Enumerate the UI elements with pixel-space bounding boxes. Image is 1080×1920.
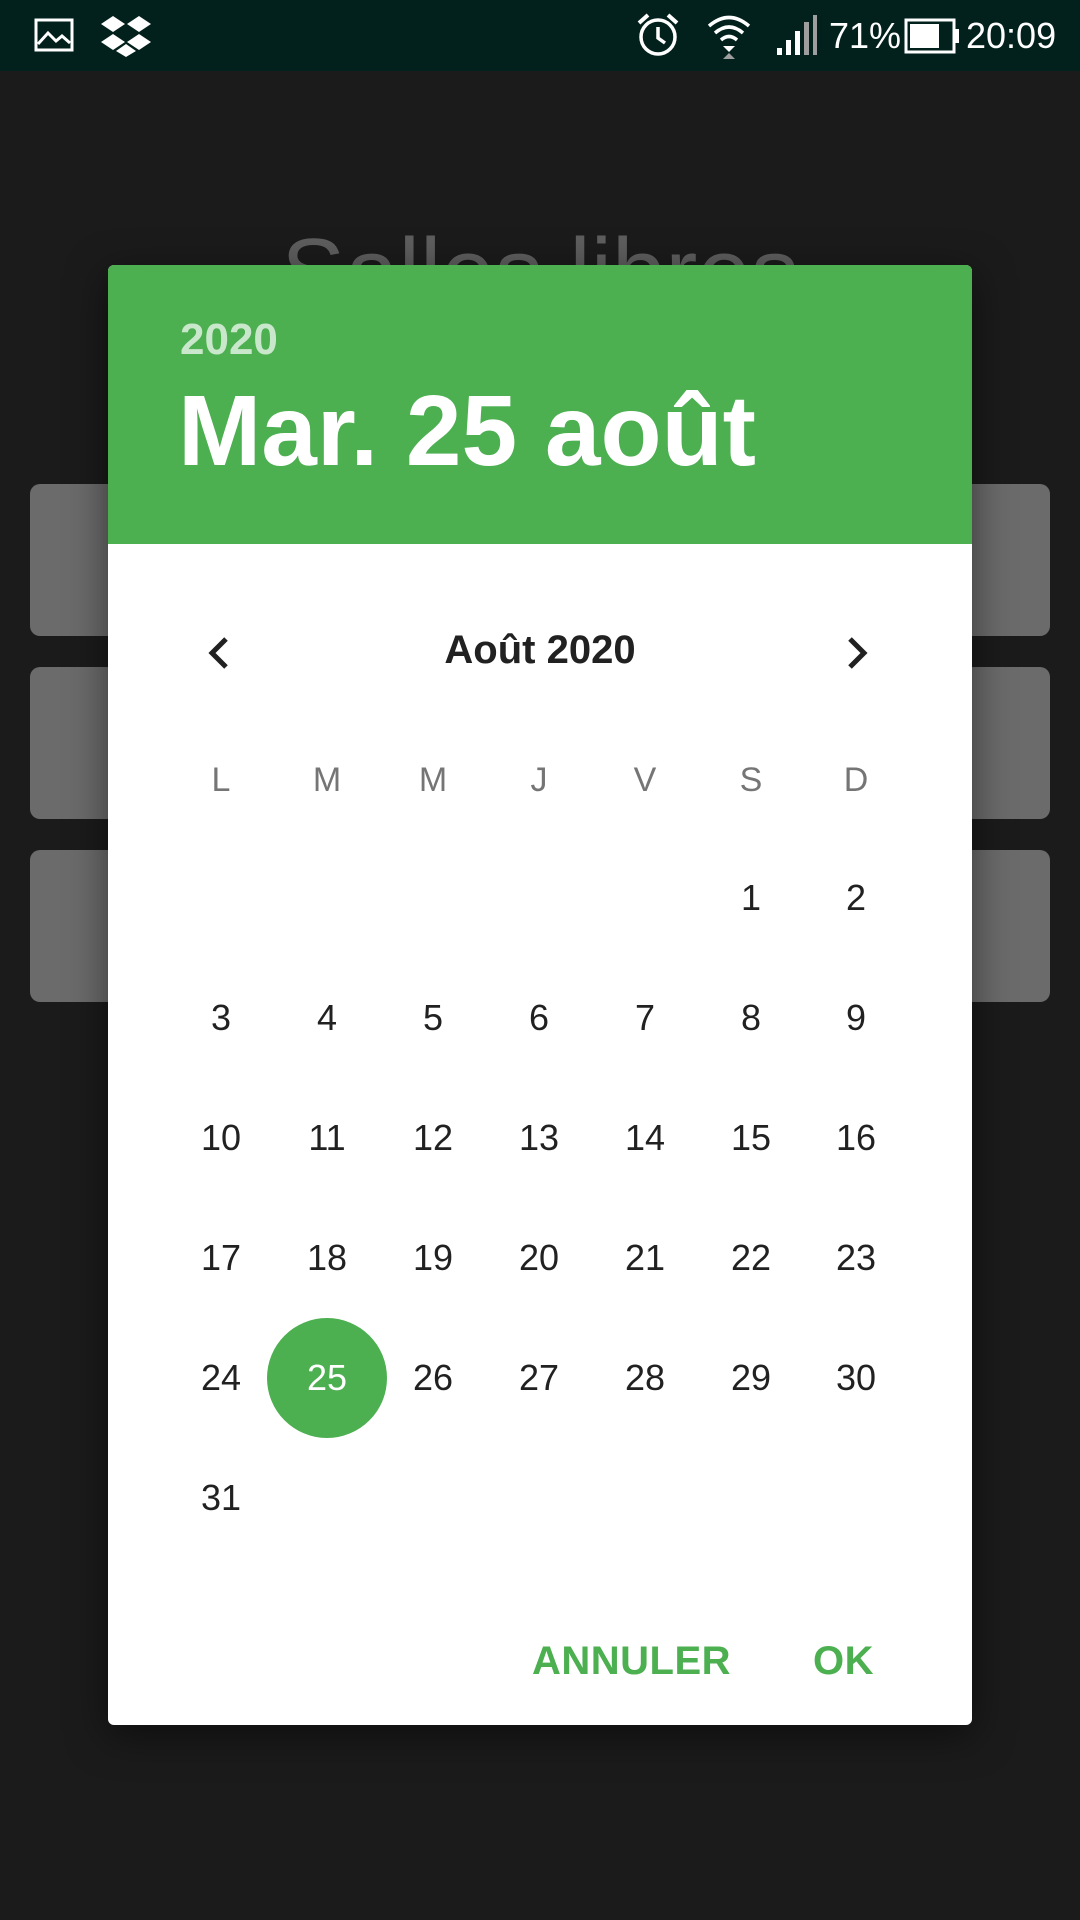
alarm-icon xyxy=(636,12,680,63)
day-cell[interactable]: 24 xyxy=(161,1318,281,1438)
date-picker-dialog: 2020 Mar. 25 août Août 2020 LMMJVSD 1234… xyxy=(108,265,972,1725)
next-month-button[interactable] xyxy=(808,605,904,701)
day-cell[interactable]: 30 xyxy=(796,1318,916,1438)
day-cell[interactable]: 7 xyxy=(585,958,705,1078)
day-cell[interactable]: 14 xyxy=(585,1078,705,1198)
image-icon xyxy=(34,18,74,57)
day-cell[interactable]: 28 xyxy=(585,1318,705,1438)
battery-icon xyxy=(904,18,960,59)
chevron-right-icon xyxy=(848,637,868,669)
day-cell[interactable]: 23 xyxy=(796,1198,916,1318)
dropbox-icon xyxy=(100,14,152,63)
wifi-icon xyxy=(706,12,752,65)
header-year[interactable]: 2020 xyxy=(180,315,278,365)
weekday-label: L xyxy=(211,761,231,799)
header-date[interactable]: Mar. 25 août xyxy=(178,373,756,489)
day-cell[interactable]: 13 xyxy=(479,1078,599,1198)
weekday-label: V xyxy=(633,761,657,799)
day-cell[interactable]: 2 xyxy=(796,838,916,958)
ok-button[interactable]: OK xyxy=(813,1637,874,1685)
signal-icon xyxy=(776,14,818,61)
screen: 71% 20:09 Salles libres 2020 Mar. 25 aoû… xyxy=(0,0,1080,1920)
day-cell[interactable]: 8 xyxy=(691,958,811,1078)
cancel-button[interactable]: ANNULER xyxy=(532,1637,731,1685)
battery-percent: 71% xyxy=(829,15,902,56)
weekday-label: D xyxy=(843,761,869,799)
day-cell[interactable]: 4 xyxy=(267,958,387,1078)
status-bar: 71% 20:09 xyxy=(0,0,1080,71)
date-picker-header: 2020 Mar. 25 août xyxy=(108,265,972,544)
day-cell[interactable]: 9 xyxy=(796,958,916,1078)
weekday-label: S xyxy=(739,761,763,799)
day-cell[interactable]: 16 xyxy=(796,1078,916,1198)
weekday-label: J xyxy=(530,761,548,799)
day-cell-selected[interactable]: 25 xyxy=(267,1318,387,1438)
day-cell[interactable]: 5 xyxy=(373,958,493,1078)
day-cell[interactable]: 29 xyxy=(691,1318,811,1438)
day-cell[interactable]: 19 xyxy=(373,1198,493,1318)
day-cell[interactable]: 6 xyxy=(479,958,599,1078)
clock: 20:09 xyxy=(966,15,1057,56)
day-cell[interactable]: 22 xyxy=(691,1198,811,1318)
day-cell[interactable]: 12 xyxy=(373,1078,493,1198)
day-cell[interactable]: 1 xyxy=(691,838,811,958)
day-cell[interactable]: 21 xyxy=(585,1198,705,1318)
day-cell[interactable]: 10 xyxy=(161,1078,281,1198)
weekday-label: M xyxy=(418,761,448,799)
day-cell[interactable]: 15 xyxy=(691,1078,811,1198)
day-cell[interactable]: 26 xyxy=(373,1318,493,1438)
day-cell[interactable]: 17 xyxy=(161,1198,281,1318)
day-cell[interactable]: 31 xyxy=(161,1438,281,1558)
day-cell[interactable]: 20 xyxy=(479,1198,599,1318)
day-cell[interactable]: 18 xyxy=(267,1198,387,1318)
day-cell[interactable]: 11 xyxy=(267,1078,387,1198)
day-cell[interactable]: 3 xyxy=(161,958,281,1078)
day-cell[interactable]: 27 xyxy=(479,1318,599,1438)
weekday-label: M xyxy=(312,761,342,799)
